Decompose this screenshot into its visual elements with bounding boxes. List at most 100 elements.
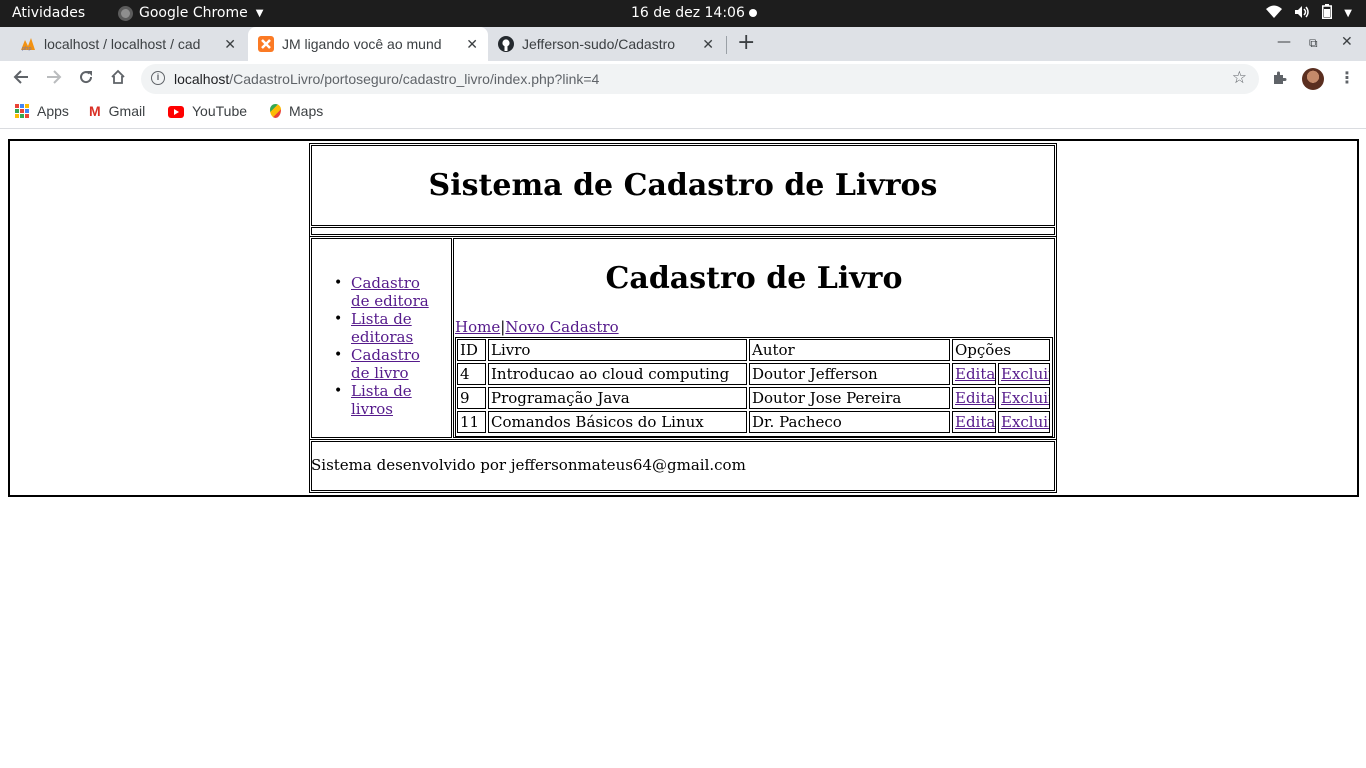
bookmark-label: Gmail: [108, 103, 146, 119]
cell-delete: Excluir: [998, 411, 1050, 433]
cell-id: 4: [457, 363, 486, 385]
bookmark-label: YouTube: [192, 103, 248, 119]
cell-livro: Comandos Básicos do Linux: [488, 411, 747, 433]
gmail-icon: M: [89, 103, 101, 119]
extensions-icon[interactable]: [1271, 70, 1287, 90]
chrome-icon: [118, 5, 133, 21]
wifi-icon: [1266, 5, 1283, 23]
footer-text: Sistema desenvolvido por jeffersonmateus…: [311, 456, 746, 474]
new-record-link[interactable]: Novo Cadastro: [505, 318, 618, 336]
col-header-opcoes: Opções: [952, 339, 1050, 361]
caret-down-icon: ▼: [255, 7, 264, 19]
edit-link[interactable]: Editar: [955, 365, 995, 383]
forward-arrow-icon[interactable]: [46, 69, 62, 89]
tab-title: JM ligando você ao mund: [282, 36, 442, 52]
phpmyadmin-icon: php: [20, 36, 36, 52]
bookmark-gmail[interactable]: M Gmail: [89, 103, 145, 119]
url-path: /CadastroLivro/portoseguro/cadastro_livr…: [229, 71, 600, 87]
col-header-autor: Autor: [749, 339, 950, 361]
url-text[interactable]: localhost/CadastroLivro/portoseguro/cada…: [174, 71, 599, 87]
cell-delete: Excluir: [998, 387, 1050, 409]
new-tab-button[interactable]: +: [737, 32, 755, 54]
chrome-menu-icon[interactable]: ⋮: [1339, 68, 1355, 87]
home-link[interactable]: Home: [455, 318, 500, 336]
github-icon: [498, 36, 514, 52]
bookmark-apps[interactable]: Apps: [15, 103, 69, 119]
restore-icon[interactable]: ⧉: [1309, 36, 1318, 51]
header-inner: Sistema de Cadastro de Livros: [311, 145, 1055, 226]
close-tab-icon[interactable]: ✕: [694, 36, 714, 53]
bookmark-maps[interactable]: Maps: [270, 103, 323, 119]
cell-livro: Introducao ao cloud computing: [488, 363, 747, 385]
system-top-bar: Atividades Google Chrome ▼ 16 de dez 14:…: [0, 0, 1366, 27]
bookmarks-bar: Apps M Gmail YouTube Maps: [0, 97, 1366, 129]
tab-phpmyadmin[interactable]: php localhost / localhost / cad ✕: [10, 27, 246, 61]
edit-link[interactable]: Editar: [955, 413, 995, 431]
notification-dot-icon: [749, 9, 757, 17]
app-menu[interactable]: Google Chrome ▼: [118, 5, 263, 21]
sidebar-link[interactable]: Lista de livros: [351, 382, 412, 418]
sidebar-link[interactable]: Cadastro de editora: [351, 274, 429, 310]
close-tab-icon[interactable]: ✕: [458, 36, 478, 53]
cell-livro: Programação Java: [488, 387, 747, 409]
maps-icon: [270, 104, 281, 118]
section-title: Cadastro de Livro: [605, 261, 903, 296]
cell-edit: Editar: [952, 411, 996, 433]
profile-avatar[interactable]: [1302, 68, 1324, 90]
system-tray[interactable]: ▼: [1266, 4, 1352, 23]
col-header-livro: Livro: [488, 339, 747, 361]
svg-text:php: php: [22, 46, 32, 51]
delete-link[interactable]: Excluir: [1001, 413, 1049, 431]
tab-jm-ligando[interactable]: JM ligando você ao mund ✕: [248, 27, 488, 61]
page-content: Sistema de Cadastro de Livros Cadastro d…: [0, 130, 1366, 768]
tab-separator: [726, 36, 727, 54]
cell-autor: Dr. Pacheco: [749, 411, 950, 433]
tab-title: Jefferson-sudo/Cadastro: [522, 36, 676, 52]
info-icon[interactable]: i: [151, 71, 165, 85]
cell-edit: Editar: [952, 387, 996, 409]
battery-icon: [1322, 4, 1333, 23]
cell-autor: Doutor Jose Pereira: [749, 387, 950, 409]
omnibox[interactable]: i localhost/CadastroLivro/portoseguro/ca…: [141, 64, 1259, 94]
tab-github[interactable]: Jefferson-sudo/Cadastro ✕: [488, 27, 724, 61]
page-title: Sistema de Cadastro de Livros: [428, 168, 938, 203]
close-window-icon[interactable]: ✕: [1341, 34, 1353, 50]
bookmark-label: Apps: [37, 103, 69, 119]
tab-strip: php localhost / localhost / cad ✕ JM lig…: [0, 27, 1366, 61]
sidebar-item-lista-editoras: Lista de editoras: [334, 310, 441, 346]
bookmark-star-icon[interactable]: ☆: [1232, 68, 1247, 88]
sidebar-link[interactable]: Lista de editoras: [351, 310, 413, 346]
system-menu-caret-icon: ▼: [1344, 8, 1352, 19]
cell-id: 11: [457, 411, 486, 433]
app-menu-label: Google Chrome: [139, 5, 248, 21]
url-host: localhost: [174, 71, 230, 87]
bookmark-label: Maps: [289, 103, 324, 119]
cell-delete: Excluir: [998, 363, 1050, 385]
xampp-icon: [258, 36, 274, 52]
back-arrow-icon[interactable]: [13, 69, 29, 89]
edit-link[interactable]: Editar: [955, 389, 995, 407]
browser-toolbar: i localhost/CadastroLivro/portoseguro/ca…: [0, 61, 1366, 97]
delete-link[interactable]: Excluir: [1001, 365, 1049, 383]
volume-icon: [1294, 5, 1310, 23]
tab-title: localhost / localhost / cad: [44, 36, 201, 52]
cell-autor: Doutor Jefferson: [749, 363, 950, 385]
delete-link[interactable]: Excluir: [1001, 389, 1049, 407]
clock[interactable]: 16 de dez 14:06: [631, 5, 745, 21]
sidebar-link[interactable]: Cadastro de livro: [351, 346, 420, 382]
close-tab-icon[interactable]: ✕: [216, 36, 236, 53]
activities-button[interactable]: Atividades: [12, 5, 85, 21]
home-icon[interactable]: [110, 69, 126, 89]
reload-icon[interactable]: [78, 69, 94, 89]
header-spacer: [311, 227, 1055, 235]
minimize-icon[interactable]: —: [1277, 34, 1291, 50]
bookmark-youtube[interactable]: YouTube: [168, 103, 248, 119]
cell-edit: Editar: [952, 363, 996, 385]
youtube-icon: [168, 106, 184, 118]
sidebar-item-lista-livros: Lista de livros: [334, 382, 451, 418]
sidebar-item-cadastro-livro: Cadastro de livro: [334, 346, 441, 382]
cell-id: 9: [457, 387, 486, 409]
sidebar-menu: Cadastro de editora Lista de editoras Ca…: [334, 274, 451, 418]
col-header-id: ID: [457, 339, 486, 361]
apps-grid-icon: [15, 104, 29, 118]
